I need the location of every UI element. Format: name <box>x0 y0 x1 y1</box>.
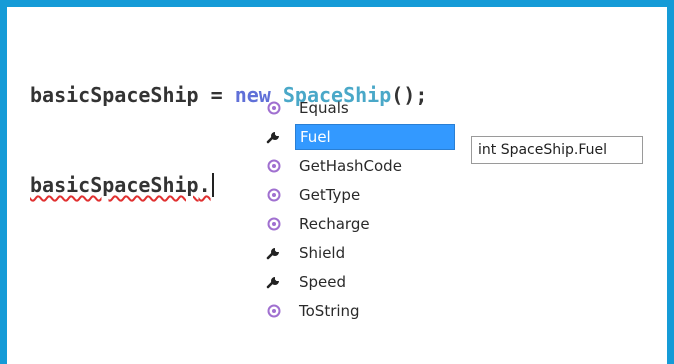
completion-label: Recharge <box>299 214 370 233</box>
text-caret <box>211 173 214 197</box>
method-icon <box>263 184 285 206</box>
completion-item-equals[interactable]: Equals <box>255 93 455 122</box>
completion-item-tostring[interactable]: ToString <box>255 296 455 325</box>
wrench-icon <box>263 271 285 293</box>
intellisense-list[interactable]: Equals Fuel GetHashCode GetType Recharge <box>255 93 455 325</box>
wrench-icon <box>263 126 285 148</box>
completion-label: Shield <box>299 243 346 262</box>
completion-label: GetType <box>299 185 361 204</box>
method-icon <box>263 213 285 235</box>
member-access-expression: basicSpaceShip. <box>30 173 211 197</box>
tooltip-text: int SpaceShip.Fuel <box>478 142 608 158</box>
completion-item-gettype[interactable]: GetType <box>255 180 455 209</box>
completion-item-recharge[interactable]: Recharge <box>255 209 455 238</box>
code-editor[interactable]: basicSpaceShip = new SpaceShip(); basicS… <box>7 7 667 364</box>
assign-operator: = <box>198 83 235 107</box>
completion-label: Equals <box>299 98 349 117</box>
completion-label: Speed <box>299 272 347 291</box>
completion-item-fuel[interactable]: Fuel <box>255 122 455 151</box>
completion-label: Fuel <box>295 123 455 150</box>
completion-item-gethashcode[interactable]: GetHashCode <box>255 151 455 180</box>
variable-name: basicSpaceShip <box>30 83 199 107</box>
method-icon <box>263 97 285 119</box>
wrench-icon <box>263 242 285 264</box>
completion-item-speed[interactable]: Speed <box>255 267 455 296</box>
completion-label: ToString <box>299 301 360 320</box>
method-icon <box>263 300 285 322</box>
quickinfo-tooltip: int SpaceShip.Fuel <box>471 136 643 164</box>
completion-label: GetHashCode <box>299 156 402 175</box>
completion-item-shield[interactable]: Shield <box>255 238 455 267</box>
method-icon <box>263 155 285 177</box>
